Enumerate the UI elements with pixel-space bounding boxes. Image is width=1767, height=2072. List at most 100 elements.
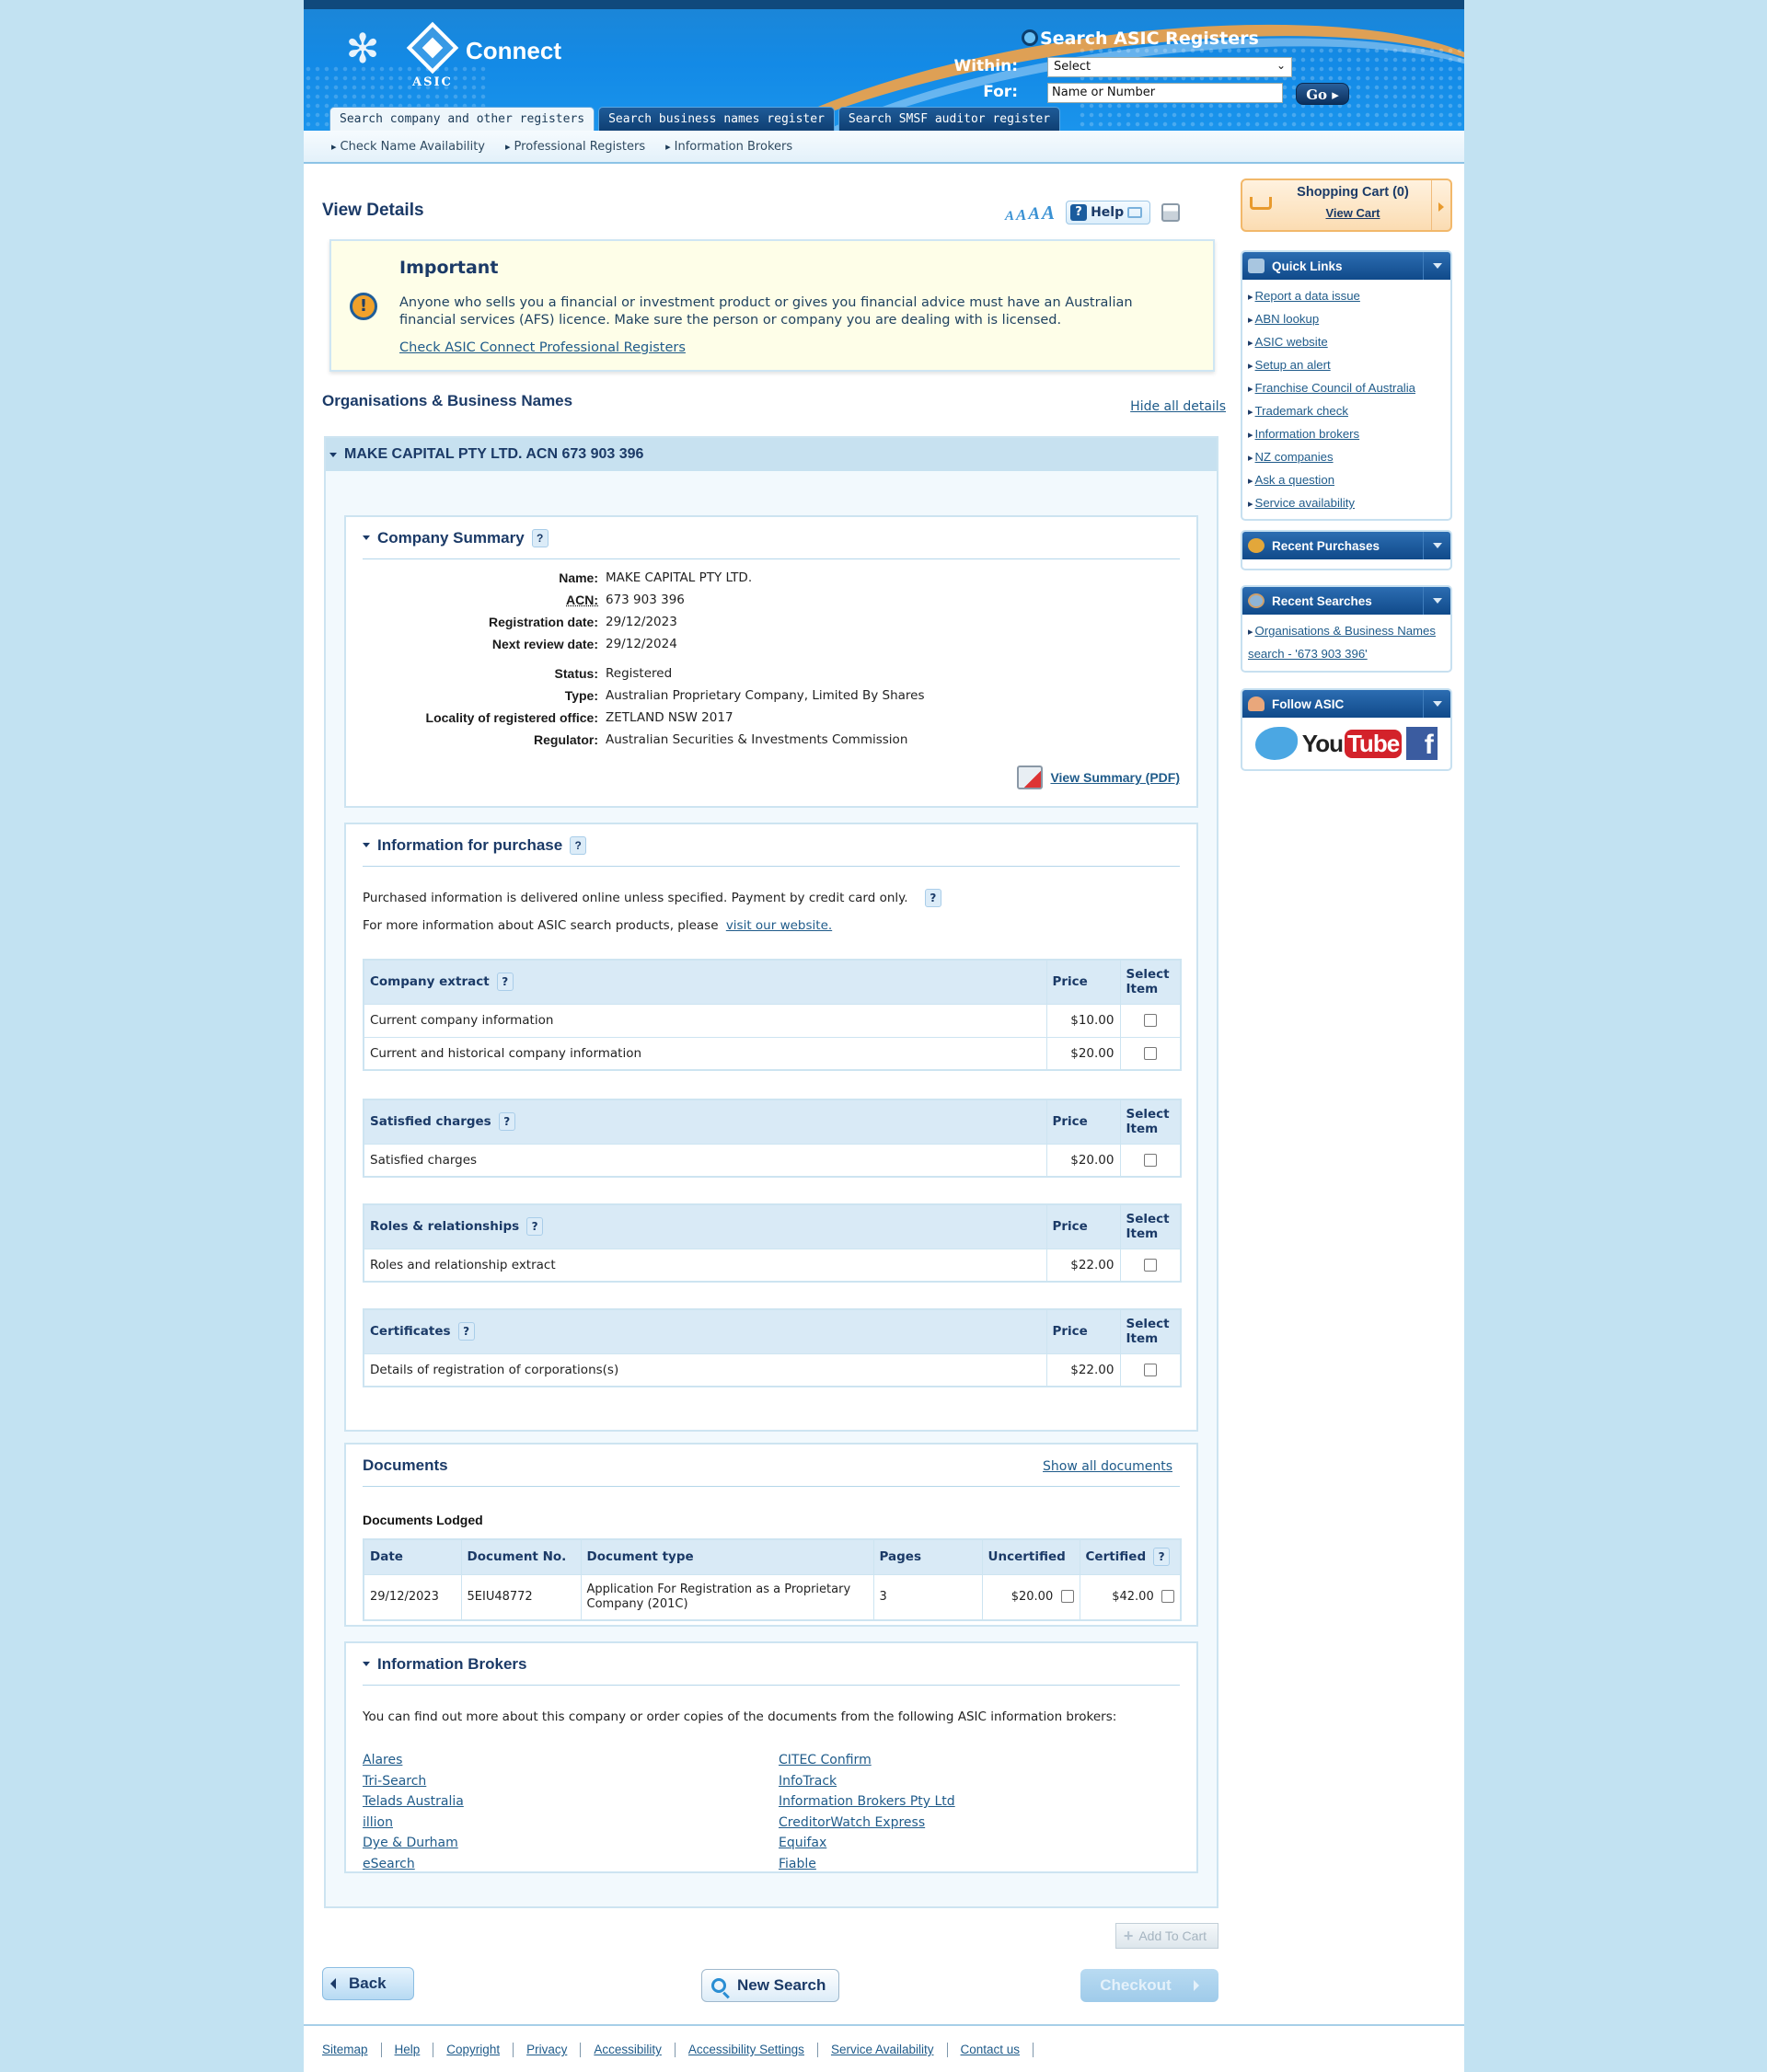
dropdown-toggle-icon[interactable] [1423,252,1450,280]
quick-links-widget: Quick Links Report a data issue ABN look… [1241,250,1452,521]
select-item-checkbox[interactable] [1143,1014,1157,1027]
view-cart-link[interactable]: View Cart [1294,206,1412,220]
select-item-checkbox[interactable] [1143,1153,1157,1167]
dropdown-toggle-icon[interactable] [1423,690,1450,718]
back-button[interactable]: Back [322,1967,414,2000]
visit-website-link[interactable]: visit our website. [726,918,832,933]
tab-business-names[interactable]: Search business names register [598,107,835,131]
show-all-documents-link[interactable]: Show all documents [1043,1459,1172,1474]
for-label: For: [983,83,1018,101]
broker-link[interactable]: Tri-Search [363,1773,779,1790]
search-input[interactable]: Name or Number [1047,83,1283,103]
twitter-icon[interactable] [1255,727,1299,760]
help-question-icon[interactable]: ? [526,1217,544,1237]
font-size-medium-icon[interactable]: A [1016,206,1026,224]
help-question-icon[interactable]: ? [457,1322,475,1341]
dropdown-toggle-icon[interactable] [1423,587,1450,615]
broker-link[interactable]: Equifax [779,1835,1147,1852]
font-size-large-icon[interactable]: A [1028,204,1040,224]
help-question-icon[interactable]: ? [498,1112,515,1132]
go-button[interactable]: Go ▸ [1296,83,1349,105]
subnav-professional-registers[interactable]: Professional Registers [505,140,646,154]
tab-smsf-auditor[interactable]: Search SMSF auditor register [837,107,1061,131]
chevron-left-icon [330,1978,336,1989]
help-question-icon[interactable]: ? [1153,1548,1171,1567]
notice-title: Important [399,258,499,278]
footer-link-privacy[interactable]: Privacy [526,2043,567,2057]
brand-name[interactable]: Connect [466,37,561,65]
dropdown-toggle-icon[interactable] [1423,532,1450,559]
select-item-checkbox[interactable] [1143,1363,1157,1376]
checkout-button[interactable]: Checkout [1080,1969,1218,2002]
header: ✻ Connect ASIC Search ASIC Registers Wit… [304,9,1464,131]
add-to-cart-button[interactable]: + Add To Cart [1114,1923,1218,1949]
org-name: ASIC [412,75,453,89]
broker-link[interactable]: CreditorWatch Express [779,1814,1147,1832]
professional-registers-link[interactable]: Check ASIC Connect Professional Register… [399,340,686,355]
documents-table: Date Document No. Document type Pages Un… [363,1538,1182,1621]
broker-link[interactable]: illion [363,1814,779,1832]
footer-link-contact[interactable]: Contact us [961,2043,1021,2057]
page-tools: A A A A ? Help [1005,201,1181,224]
quick-link: Report a data issue [1248,285,1445,308]
entity-header[interactable]: MAKE CAPITAL PTY LTD. ACN 673 903 396 [326,438,1217,471]
footer-link-sitemap[interactable]: Sitemap [322,2043,368,2057]
broker-link[interactable]: Alares [363,1752,779,1769]
table-row: Details of registration of corporations(… [364,1353,1181,1387]
footer-link-help[interactable]: Help [395,2043,421,2057]
new-search-button[interactable]: New Search [701,1969,839,2002]
subnav-information-brokers[interactable]: Information Brokers [665,140,793,154]
footer-link-accessibility[interactable]: Accessibility [594,2043,662,2057]
chevron-right-icon[interactable] [1438,202,1444,212]
print-icon[interactable] [1161,203,1181,222]
footer-link-accessibility-settings[interactable]: Accessibility Settings [688,2043,804,2057]
company-summary-header[interactable]: Company Summary ? [363,517,1180,559]
broker-link[interactable]: Telads Australia [363,1793,779,1811]
uncertified-checkbox[interactable] [1060,1590,1074,1604]
quick-link: ASIC website [1248,331,1445,354]
footer-link-copyright[interactable]: Copyright [446,2043,500,2057]
subnav-check-name[interactable]: Check Name Availability [331,140,485,154]
broker-link[interactable]: eSearch [363,1856,779,1873]
broker-link[interactable]: Fiable [779,1856,1147,1873]
font-size-xlarge-icon[interactable]: A [1042,201,1055,224]
view-summary-pdf-link[interactable]: View Summary (PDF) [1050,770,1180,785]
broker-link[interactable]: Dye & Durham [363,1835,779,1852]
font-size-small-icon[interactable]: A [1005,209,1014,224]
follow-asic-header: Follow ASIC [1242,690,1450,718]
company-extract-table: Company extract? Price Select Item Current… [363,959,1182,1071]
quick-link: ABN lookup [1248,308,1445,331]
brokers-list: Alares CITEC Confirm Tri-Search InfoTrac… [363,1752,1172,1872]
shopping-cart[interactable]: Shopping Cart (0) View Cart [1241,178,1452,232]
table-row: Current and historical company informati… [364,1036,1181,1070]
recent-searches-widget: Recent Searches Organisations & Business… [1241,585,1452,673]
broker-link[interactable]: CITEC Confirm [779,1752,1147,1769]
footer-link-service-availability[interactable]: Service Availability [831,2043,934,2057]
certified-checkbox[interactable] [1161,1590,1174,1604]
help-question-icon[interactable]: ? [570,835,587,855]
help-button[interactable]: ? Help [1066,201,1151,224]
help-question-icon[interactable]: ? [496,973,514,992]
chevron-down-icon: ⌄ [1276,59,1286,72]
recent-purchases-header: Recent Purchases [1242,532,1450,559]
notice-text: Anyone who sells you a financial or inve… [399,295,1133,328]
broker-link[interactable]: InfoTrack [779,1773,1147,1790]
broker-link[interactable]: Information Brokers Pty Ltd [779,1793,1147,1811]
youtube-icon[interactable]: You Tube [1302,729,1403,758]
help-question-icon[interactable]: ? [531,528,549,547]
within-select[interactable]: Select ⌄ [1047,57,1292,77]
tab-company-registers[interactable]: Search company and other registers [329,107,595,131]
select-item-checkbox[interactable] [1143,1046,1157,1060]
hide-all-details-link[interactable]: Hide all details [1130,399,1226,414]
table-row: 29/12/2023 5EIU48772 Application For Reg… [364,1573,1181,1620]
quick-links-icon [1248,259,1265,273]
coins-icon [1248,538,1265,553]
purchase-header[interactable]: Information for purchase ? [363,824,1180,867]
select-item-checkbox[interactable] [1143,1258,1157,1272]
sub-navigation: Check Name Availability Professional Reg… [304,131,1464,164]
information-brokers-header[interactable]: Information Brokers [363,1643,1180,1686]
font-size-controls: A A A A [1005,201,1055,224]
help-question-icon[interactable]: ? [924,889,941,907]
facebook-icon[interactable]: f [1405,727,1438,760]
external-window-icon [1127,207,1143,218]
